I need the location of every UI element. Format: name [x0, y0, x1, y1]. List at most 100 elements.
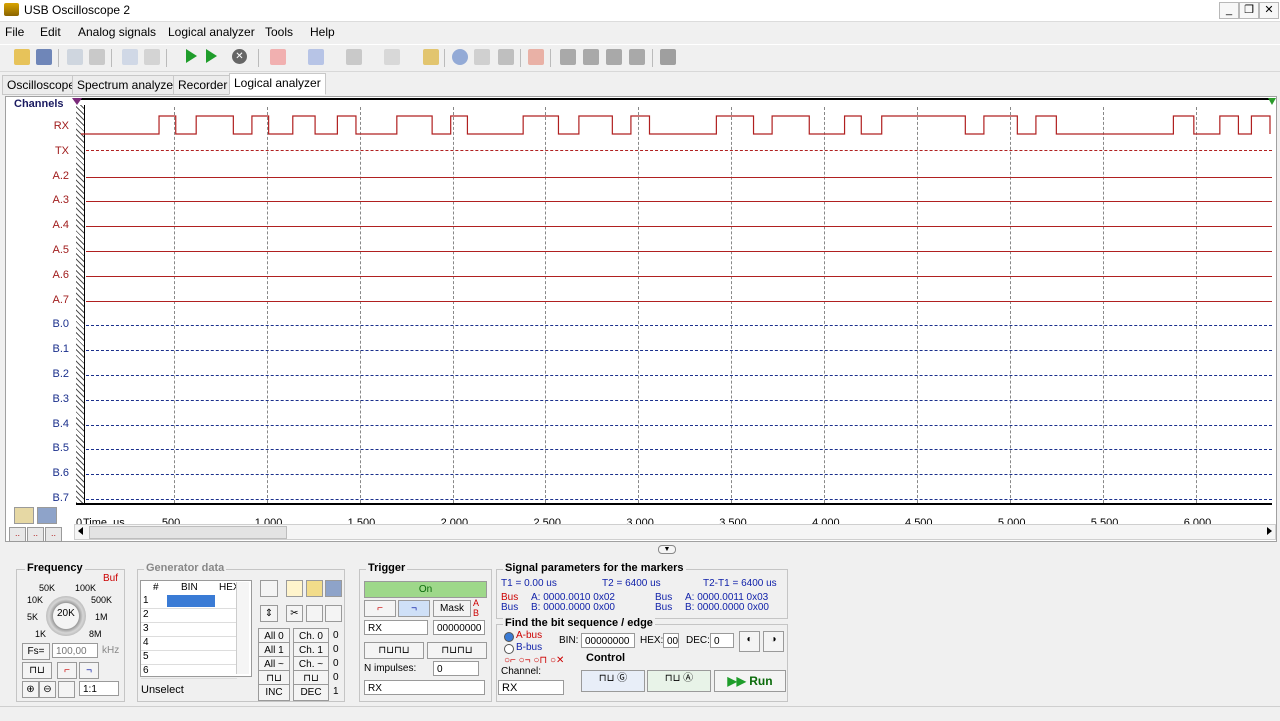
- stop-icon[interactable]: ✕: [232, 49, 247, 64]
- pulse-mode-button[interactable]: ⊓⊔: [22, 662, 52, 679]
- zoom-out-small-button[interactable]: ..: [9, 527, 26, 542]
- restore-button[interactable]: ❐: [1239, 2, 1259, 19]
- trigger-rising-button[interactable]: ⌐: [364, 600, 396, 617]
- run-button[interactable]: ▶▶ Run: [714, 670, 786, 692]
- close-button[interactable]: ✕: [1259, 2, 1279, 19]
- open-channels-icon[interactable]: [14, 507, 34, 524]
- zoom-mid-small-button[interactable]: ..: [27, 527, 44, 542]
- horizontal-scrollbar[interactable]: [74, 524, 1276, 540]
- table-icon[interactable]: [498, 49, 514, 65]
- inc-button[interactable]: INC: [258, 684, 290, 701]
- generator-row[interactable]: 2: [143, 609, 149, 620]
- pulse-pattern-a-button[interactable]: ⊓⊔⊓⊔: [364, 642, 424, 659]
- a-bus-radio[interactable]: [504, 632, 514, 642]
- row-updown-icon[interactable]: ⇕: [260, 605, 278, 622]
- menu-analog-signals[interactable]: Analog signals: [78, 25, 156, 39]
- splitter-handle[interactable]: ▼: [658, 545, 676, 554]
- tab-spectrum-analyzer[interactable]: Spectrum analyzer: [72, 75, 183, 95]
- trigger-channel-select[interactable]: RX: [364, 620, 428, 635]
- menu-help[interactable]: Help: [310, 25, 335, 39]
- marker-icon[interactable]: [528, 49, 544, 65]
- tab-recorder[interactable]: Recorder: [173, 75, 233, 95]
- pulse-pattern-b-button[interactable]: ⊓⊔⊓⊔: [427, 642, 487, 659]
- find-prev-icon[interactable]: ◐: [739, 631, 760, 652]
- ab-bus-icon[interactable]: A B: [473, 598, 485, 618]
- page-icon[interactable]: [58, 681, 75, 698]
- signal-red-icon[interactable]: [270, 49, 286, 65]
- minimize-button[interactable]: _: [1219, 2, 1239, 19]
- dial-label-100k: 100K: [75, 583, 97, 593]
- save-gen-icon[interactable]: [325, 580, 342, 597]
- dec-input[interactable]: 0: [710, 633, 734, 648]
- n-impulses-input[interactable]: 0: [433, 661, 479, 676]
- zoom-fit-icon[interactable]: [144, 49, 160, 65]
- zoom-ratio-select[interactable]: 1:1: [79, 681, 119, 696]
- play-continuous-icon[interactable]: [206, 49, 217, 63]
- tab-logical-analyzer[interactable]: Logical analyzer: [229, 73, 326, 95]
- mask-value-input[interactable]: 00000000: [433, 620, 485, 635]
- mask-button[interactable]: Mask: [433, 600, 471, 617]
- bin-input[interactable]: 00000000: [581, 633, 635, 648]
- hardware-icon[interactable]: [660, 49, 676, 65]
- unselect-label[interactable]: Unselect: [141, 684, 184, 696]
- print-preview-icon[interactable]: [67, 49, 83, 65]
- generator-row[interactable]: 1: [143, 595, 149, 606]
- edge-radio-icons[interactable]: ○⌐ ○¬ ○⊓ ○✕: [504, 655, 564, 666]
- scroll-left-icon[interactable]: [78, 527, 83, 535]
- table-view-icon[interactable]: [260, 580, 278, 597]
- bus-b-icon[interactable]: [583, 49, 599, 65]
- analyzer-bus-button[interactable]: ⊓⊔ Ⓐ: [647, 670, 711, 692]
- zoom-in-small-button[interactable]: ..: [45, 527, 62, 542]
- new-icon[interactable]: [286, 580, 303, 597]
- list-icon[interactable]: [474, 49, 490, 65]
- menu-logical-analyzer[interactable]: Logical analyzer: [168, 25, 255, 39]
- generator-row[interactable]: 5: [143, 651, 149, 662]
- dec-label: DEC:: [686, 635, 710, 646]
- refresh-icon[interactable]: [452, 49, 468, 65]
- calculator-icon[interactable]: [346, 49, 362, 65]
- menu-edit[interactable]: Edit: [40, 25, 61, 39]
- copy-icon[interactable]: [306, 605, 323, 622]
- zoom-out-icon[interactable]: ⊖: [39, 681, 56, 698]
- b-bus-radio[interactable]: [504, 644, 514, 654]
- bus-d-icon[interactable]: [629, 49, 645, 65]
- save-icon[interactable]: [36, 49, 52, 65]
- find-next-icon[interactable]: ◑: [763, 631, 784, 652]
- fs-input[interactable]: 100,00: [52, 643, 98, 658]
- scrollbar-thumb[interactable]: [89, 526, 287, 539]
- trigger-channel2-select[interactable]: RX: [364, 680, 485, 695]
- math-sqrt-icon[interactable]: [384, 49, 400, 65]
- generator-row[interactable]: 4: [143, 637, 149, 648]
- zoom-icon[interactable]: [122, 49, 138, 65]
- open-folder-icon[interactable]: [14, 49, 30, 65]
- trigger-falling-button[interactable]: ¬: [398, 600, 430, 617]
- fs-button[interactable]: Fs=: [22, 643, 50, 660]
- trigger-on-button[interactable]: On: [364, 581, 487, 598]
- paste-icon[interactable]: [325, 605, 342, 622]
- generator-row[interactable]: 3: [143, 623, 149, 634]
- hex-input[interactable]: 00: [663, 633, 679, 648]
- generator-row[interactable]: 6: [143, 665, 149, 676]
- print-icon[interactable]: [89, 49, 105, 65]
- menu-file[interactable]: File: [5, 25, 24, 39]
- sound-icon[interactable]: [423, 49, 439, 65]
- save-channels-icon[interactable]: [37, 507, 57, 524]
- cut-icon[interactable]: ✂: [286, 605, 303, 622]
- menu-tools[interactable]: Tools: [265, 25, 293, 39]
- bus-a-icon[interactable]: [560, 49, 576, 65]
- bus-c-icon[interactable]: [606, 49, 622, 65]
- open-icon[interactable]: [306, 580, 323, 597]
- title-bar: USB Oscilloscope 2 _ ❐ ✕: [0, 0, 1280, 22]
- signal-blue-icon[interactable]: [308, 49, 324, 65]
- play-icon[interactable]: [186, 49, 197, 63]
- generator-scrollbar[interactable]: [236, 582, 249, 674]
- generator-bus-button[interactable]: ⊓⊔ Ⓖ: [581, 670, 645, 692]
- control-title: Control: [584, 652, 628, 664]
- zoom-in-icon[interactable]: ⊕: [22, 681, 39, 698]
- control-channel-select[interactable]: RX: [498, 680, 564, 695]
- dec-button[interactable]: DEC: [293, 684, 329, 701]
- rising-edge-button[interactable]: ⌐: [57, 662, 77, 679]
- scroll-right-icon[interactable]: [1267, 527, 1272, 535]
- tab-oscilloscope[interactable]: Oscilloscope: [2, 75, 81, 95]
- falling-edge-button[interactable]: ¬: [79, 662, 99, 679]
